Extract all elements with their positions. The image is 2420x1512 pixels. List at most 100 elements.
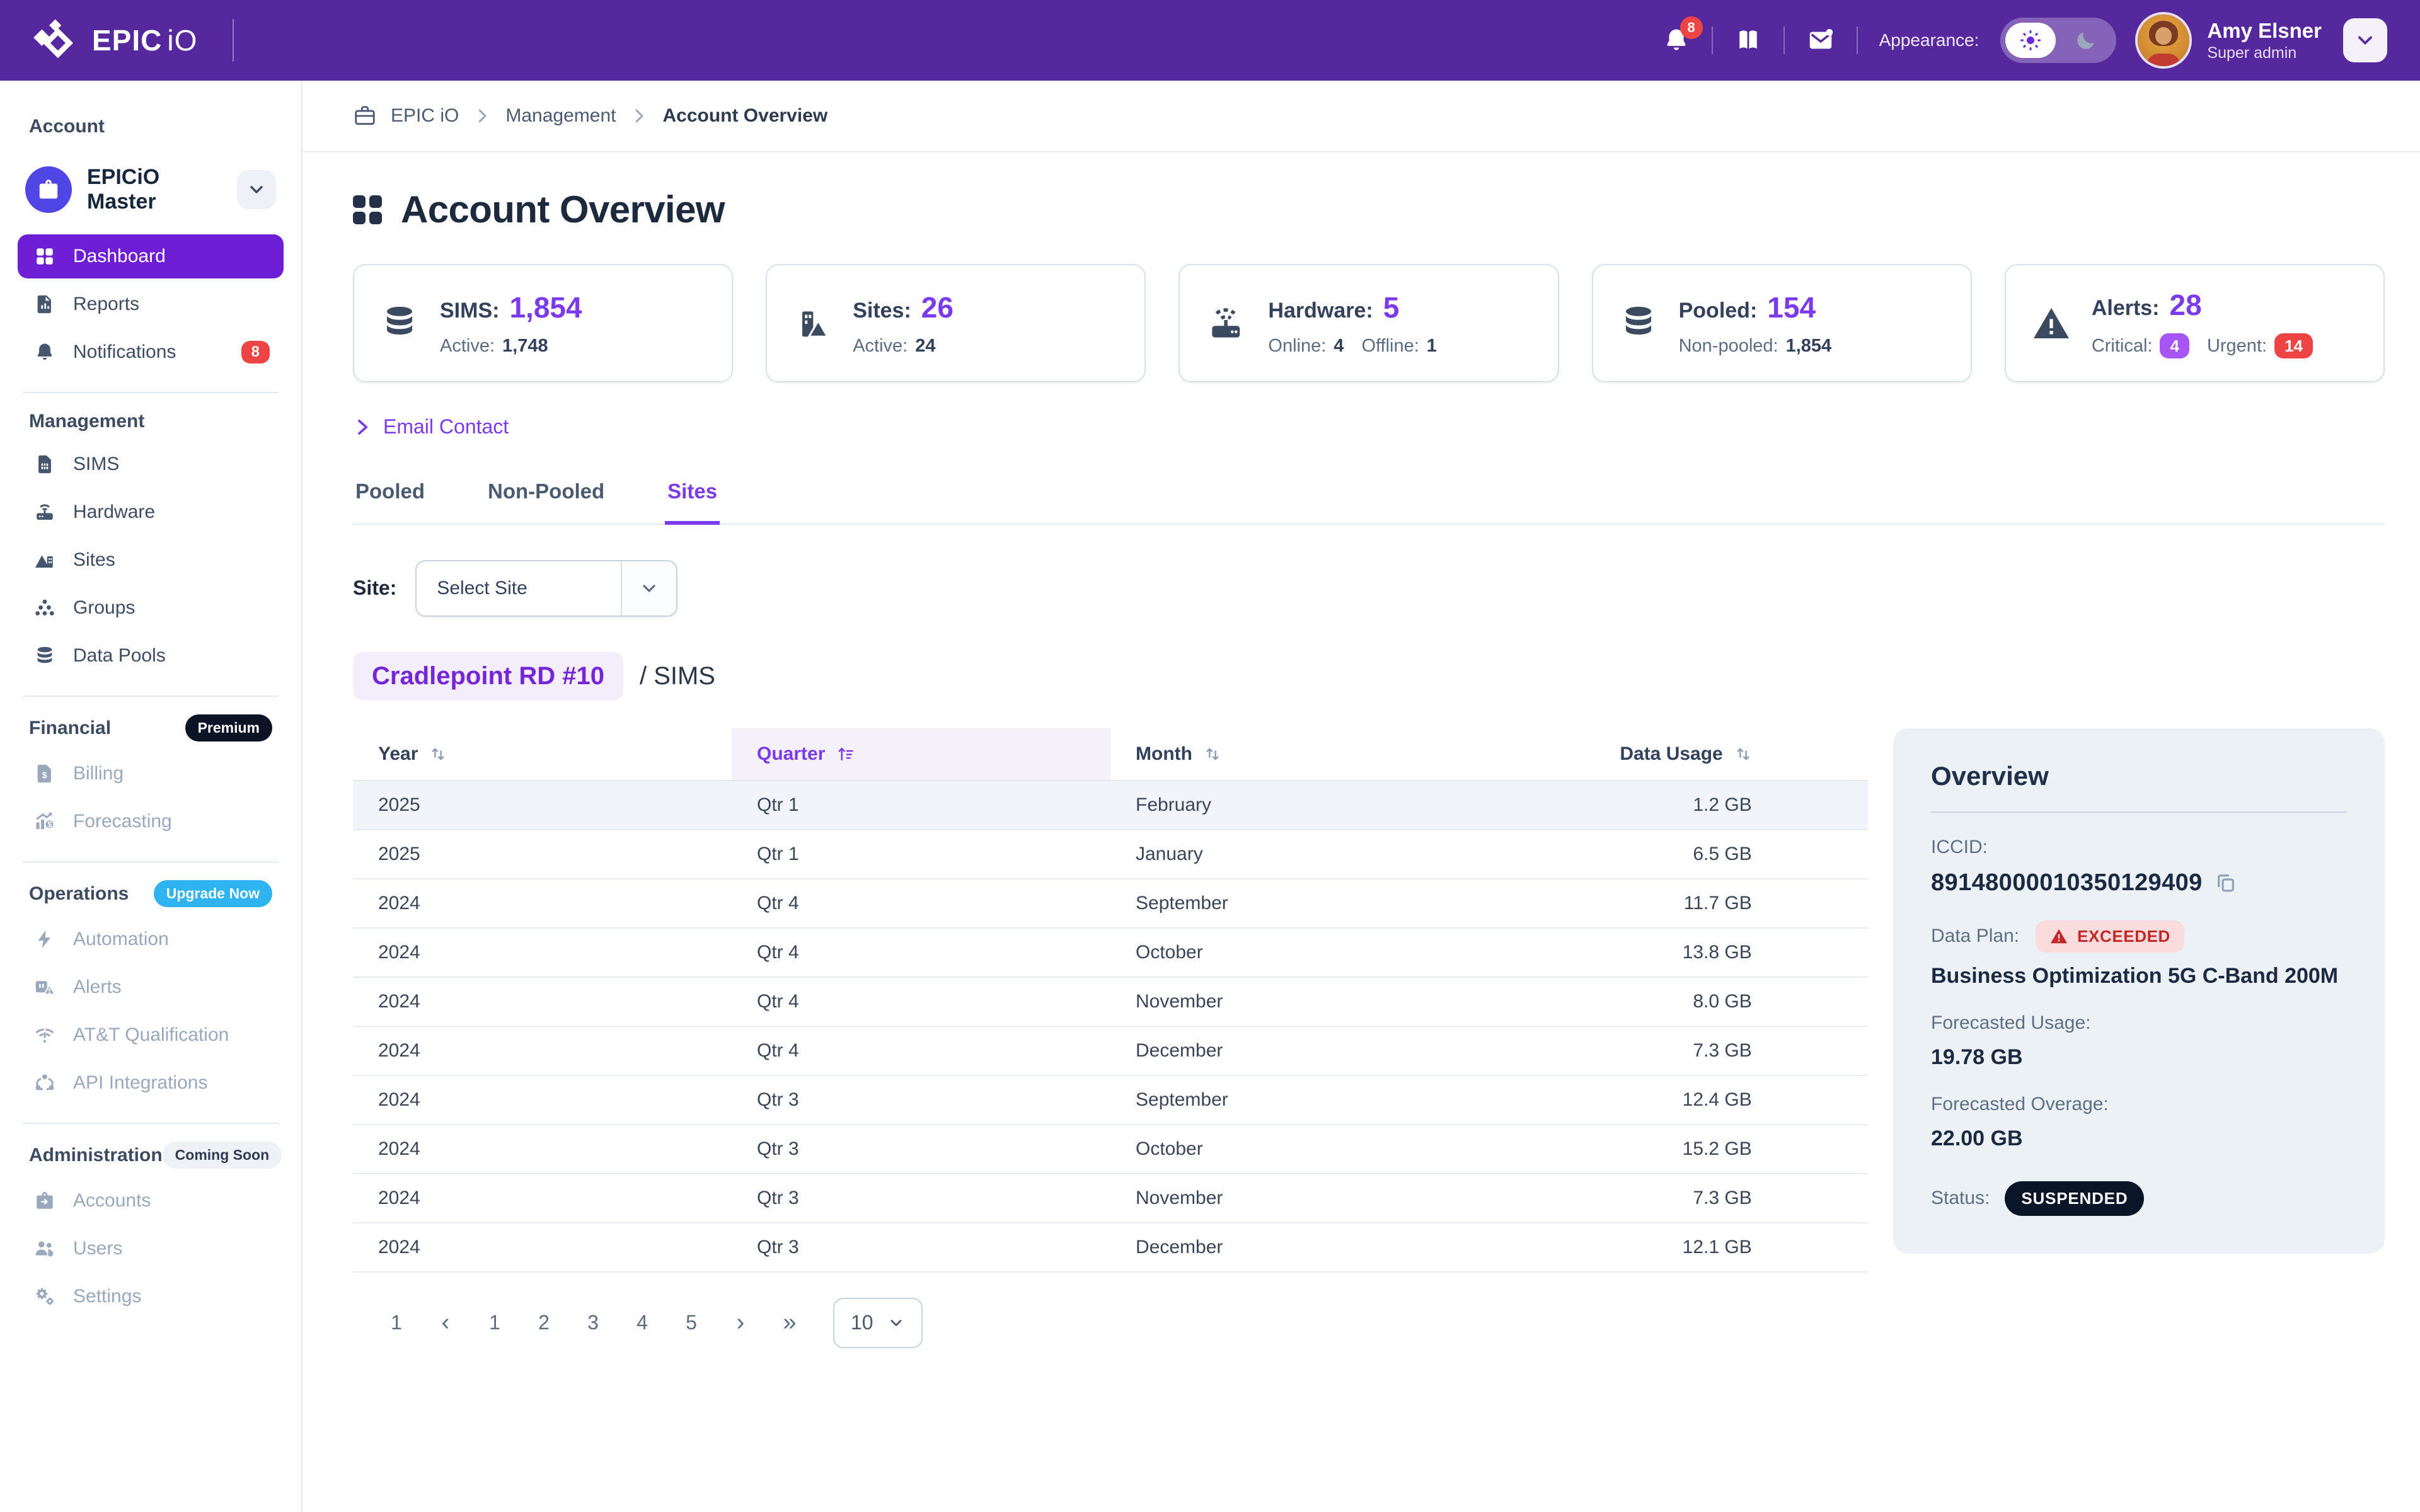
sidebar-section-administration: Administration	[29, 1145, 163, 1166]
sidebar-item-forecasting[interactable]: $ Forecasting	[18, 799, 284, 844]
alert-card-icon	[32, 976, 58, 999]
copy-icon[interactable]	[2215, 872, 2237, 893]
stat-label: SIMS:	[440, 299, 499, 323]
breadcrumb-item[interactable]: EPIC iO	[391, 105, 459, 127]
stat-label: Sites:	[853, 299, 911, 323]
overview-panel: Overview ICCID: 89148000010350129409 Dat…	[1893, 728, 2385, 1254]
prev-page-button[interactable]: ‹	[425, 1300, 466, 1346]
chevron-right-icon	[473, 106, 492, 125]
sidebar-item-label: API Integrations	[73, 1072, 207, 1094]
sidebar-item-accounts[interactable]: Accounts	[18, 1179, 284, 1223]
tab-non-pooled[interactable]: Non-Pooled	[485, 479, 607, 525]
sidebar-item-automation[interactable]: Automation	[18, 917, 284, 961]
breadcrumb-item[interactable]: Management	[505, 105, 616, 127]
sidebar-item-notifications[interactable]: Notifications 8	[18, 330, 284, 374]
sidebar-item-label: Alerts	[73, 976, 122, 998]
overview-divider	[1931, 811, 2347, 813]
stat-label: Alerts:	[2092, 296, 2160, 321]
mail-envelope-icon[interactable]	[1806, 26, 1835, 55]
stat-sub-value: 1,854	[1786, 336, 1832, 357]
chevron-down-icon[interactable]	[621, 561, 676, 616]
site-select-dropdown[interactable]: Select Site	[415, 560, 677, 617]
sidebar-item-groups[interactable]: Groups	[18, 586, 284, 630]
tab-pooled[interactable]: Pooled	[353, 479, 427, 525]
column-header-data-usage[interactable]: Data Usage	[1482, 728, 1777, 780]
last-page-button[interactable]: »	[769, 1300, 810, 1346]
sort-icon	[1204, 745, 1221, 763]
sidebar-item-label: Billing	[73, 763, 124, 784]
sidebar-item-settings[interactable]: Settings	[18, 1274, 284, 1319]
sidebar-item-sims[interactable]: SIMS	[18, 442, 284, 486]
sidebar-item-label: SIMS	[73, 454, 119, 475]
breadcrumb: EPIC iO Management Account Overview	[302, 81, 2420, 152]
stat-sub-value: 24	[915, 336, 935, 357]
grid-icon	[32, 246, 58, 267]
sort-asc-icon	[836, 745, 855, 764]
sidebar-item-api-integrations[interactable]: API Integrations	[18, 1061, 284, 1105]
appearance-toggle[interactable]	[2000, 18, 2116, 63]
page-button-1[interactable]: 1	[474, 1300, 516, 1346]
database-icon	[1618, 303, 1659, 343]
page-button-3[interactable]: 3	[572, 1300, 614, 1346]
stat-sub-value: 4	[1334, 336, 1344, 357]
sidebar-item-reports[interactable]: Reports	[18, 282, 284, 326]
notifications-bell-icon[interactable]: 8	[1662, 26, 1690, 54]
sidebar-item-label: Notifications	[73, 341, 176, 363]
user-info: Amy Elsner Super admin	[2207, 18, 2322, 64]
table-row[interactable]: 2025Qtr 1February1.2 GB	[353, 781, 1868, 830]
table-row[interactable]: 2024Qtr 3October15.2 GB	[353, 1125, 1868, 1174]
forecast-chart-icon: $	[32, 810, 58, 833]
selected-site-name[interactable]: Cradlepoint RD #10	[353, 652, 623, 701]
table-row[interactable]: 2024Qtr 4September11.7 GB	[353, 879, 1868, 929]
coming-soon-badge: Coming Soon	[163, 1142, 282, 1169]
exceeded-status-badge: EXCEEDED	[2036, 920, 2184, 953]
user-avatar[interactable]	[2138, 14, 2189, 66]
column-header-year[interactable]: Year	[353, 728, 732, 780]
stat-value: 28	[2170, 288, 2202, 322]
sidebar-item-dashboard[interactable]: Dashboard	[18, 234, 284, 278]
table-row[interactable]: 2024Qtr 4October13.8 GB	[353, 929, 1868, 978]
sidebar-item-alerts[interactable]: Alerts	[18, 965, 284, 1009]
upgrade-now-badge[interactable]: Upgrade Now	[154, 880, 272, 907]
table-row[interactable]: 2024Qtr 3November7.3 GB	[353, 1174, 1868, 1223]
urgent-count-badge: 14	[2274, 333, 2313, 359]
docs-book-icon[interactable]	[1734, 26, 1762, 54]
next-page-button[interactable]: ›	[720, 1300, 761, 1346]
sidebar-item-sites[interactable]: Sites	[18, 538, 284, 582]
sidebar-item-hardware[interactable]: Hardware	[18, 490, 284, 534]
tab-sites[interactable]: Sites	[665, 479, 720, 525]
table-row[interactable]: 2024Qtr 4December7.3 GB	[353, 1027, 1868, 1076]
page-button-5[interactable]: 5	[671, 1300, 712, 1346]
table-row[interactable]: 2024Qtr 4November8.0 GB	[353, 978, 1868, 1027]
overview-title: Overview	[1931, 761, 2347, 791]
database-icon	[379, 303, 420, 343]
column-header-month[interactable]: Month	[1110, 728, 1482, 780]
dark-mode-moon-icon[interactable]	[2061, 23, 2111, 58]
database-icon	[32, 645, 58, 667]
first-page-button[interactable]: 1	[376, 1300, 417, 1346]
column-header-quarter[interactable]: Quarter	[732, 728, 1110, 780]
stat-sub-value: 1,748	[502, 336, 548, 357]
table-row[interactable]: 2024Qtr 3September12.4 GB	[353, 1076, 1868, 1125]
sidebar-item-users[interactable]: Users	[18, 1227, 284, 1271]
table-row[interactable]: 2025Qtr 1January6.5 GB	[353, 830, 1868, 879]
warning-triangle-icon	[2049, 927, 2068, 946]
table-row[interactable]: 2024Qtr 3December12.1 GB	[353, 1223, 1868, 1273]
email-contact-link[interactable]: Email Contact	[353, 415, 509, 438]
sidebar-item-att-qualification[interactable]: AT&T Qualification	[18, 1013, 284, 1057]
page-button-4[interactable]: 4	[621, 1300, 663, 1346]
router-icon	[1205, 302, 1248, 345]
svg-text:$: $	[47, 820, 52, 829]
org-chevron-down-icon[interactable]	[237, 170, 276, 209]
org-switcher[interactable]: EPICiO Master	[25, 165, 276, 214]
sidebar-divider	[23, 1123, 279, 1124]
sidebar-item-label: Sites	[73, 549, 115, 571]
stat-label: Hardware:	[1268, 299, 1373, 323]
stat-label: Pooled:	[1679, 299, 1758, 323]
sidebar-item-data-pools[interactable]: Data Pools	[18, 634, 284, 678]
page-button-2[interactable]: 2	[523, 1300, 565, 1346]
light-mode-sun-icon[interactable]	[2005, 23, 2056, 58]
sidebar-item-billing[interactable]: $ Billing	[18, 752, 284, 796]
rows-per-page-select[interactable]: 10	[833, 1298, 923, 1348]
user-menu-chevron-down-icon[interactable]	[2343, 18, 2387, 62]
